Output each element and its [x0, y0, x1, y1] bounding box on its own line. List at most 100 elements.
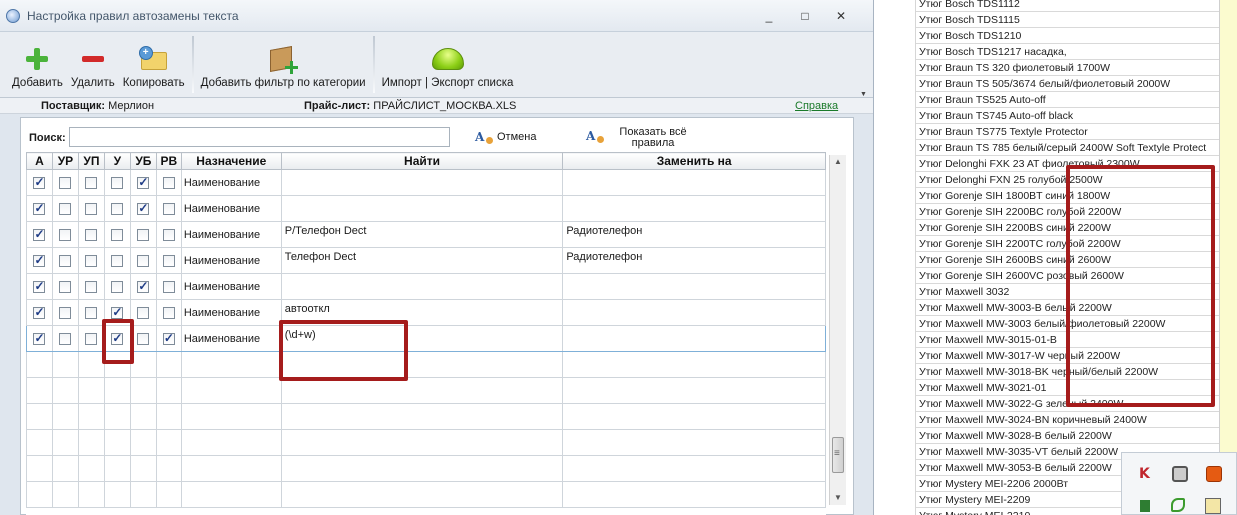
a-checkbox[interactable]: [33, 279, 46, 293]
u-checkbox[interactable]: [111, 176, 124, 189]
add-filter-button[interactable]: Добавить фильтр по категории: [197, 32, 370, 97]
download-icon[interactable]: [1205, 498, 1221, 514]
ur-checkbox[interactable]: [59, 228, 72, 241]
a-checkbox[interactable]: [33, 331, 46, 345]
rv-checkbox[interactable]: [162, 176, 175, 189]
col-header-find[interactable]: Найти: [280, 152, 564, 170]
spreadsheet-row[interactable]: Утюг Braun TS 505/3674 белый/фиолетовый …: [916, 76, 1221, 92]
purpose-cell[interactable]: Наименование: [180, 273, 282, 300]
search-input[interactable]: [69, 127, 450, 147]
u-checkbox[interactable]: [111, 280, 124, 293]
ub-checkbox[interactable]: [137, 332, 150, 345]
spreadsheet-row[interactable]: Утюг Braun TS 320 фиолетовый 1700W: [916, 60, 1221, 76]
spreadsheet-row[interactable]: Утюг Braun TS745 Auto-off black: [916, 108, 1221, 124]
a-checkbox[interactable]: [33, 201, 46, 215]
replace-cell[interactable]: [562, 169, 826, 196]
replace-cell[interactable]: [562, 195, 826, 222]
ub-checkbox[interactable]: [137, 201, 150, 215]
up-checkbox[interactable]: [85, 176, 98, 189]
printer-icon[interactable]: [1172, 466, 1188, 482]
ur-checkbox[interactable]: [59, 176, 72, 189]
up-checkbox[interactable]: [85, 228, 98, 241]
replace-cell[interactable]: Радиотелефон: [562, 221, 826, 248]
spreadsheet-row[interactable]: Утюг Braun TS525 Auto-off: [916, 92, 1221, 108]
find-cell[interactable]: Телефон Dect: [280, 247, 564, 274]
col-header-ub[interactable]: УБ: [129, 152, 157, 170]
col-header-replace[interactable]: Заменить на: [562, 152, 826, 170]
ur-checkbox[interactable]: [59, 202, 72, 215]
a-checkbox[interactable]: [33, 253, 46, 267]
col-header-ur[interactable]: УР: [51, 152, 79, 170]
close-button[interactable]: ✕: [823, 8, 859, 24]
up-checkbox[interactable]: [85, 306, 98, 319]
rv-checkbox[interactable]: [162, 254, 175, 267]
scroll-up-arrow-icon[interactable]: ▲: [830, 155, 846, 169]
table-row[interactable]: Наименование: [26, 273, 826, 300]
cancel-filter-button[interactable]: A Отмена: [475, 130, 536, 144]
u-checkbox[interactable]: [111, 305, 124, 319]
table-row[interactable]: НаименованиеТелефон DectРадиотелефон: [26, 247, 826, 274]
rv-checkbox[interactable]: [162, 228, 175, 241]
spreadsheet-row[interactable]: Утюг Braun TS775 Textyle Protector: [916, 124, 1221, 140]
kaspersky-icon[interactable]: K: [1139, 466, 1155, 482]
rv-checkbox[interactable]: [162, 306, 175, 319]
replace-cell[interactable]: [562, 273, 826, 300]
spreadsheet-row[interactable]: Утюг Bosch TDS1112: [916, 0, 1221, 12]
add-button[interactable]: Добавить: [8, 32, 67, 97]
ub-checkbox[interactable]: [137, 228, 150, 241]
table-row[interactable]: Наименование(\d+w): [26, 325, 826, 352]
spreadsheet-row[interactable]: Утюг Bosch TDS1210: [916, 28, 1221, 44]
a-checkbox[interactable]: [33, 227, 46, 241]
app-tray-icon[interactable]: [1206, 466, 1222, 482]
scroll-down-arrow-icon[interactable]: ▼: [858, 91, 869, 98]
col-header-a[interactable]: А: [26, 152, 53, 170]
green-tray-icon[interactable]: [1140, 500, 1150, 512]
ur-checkbox[interactable]: [59, 280, 72, 293]
up-checkbox[interactable]: [85, 254, 98, 267]
replace-cell[interactable]: [562, 299, 826, 326]
find-cell[interactable]: [280, 195, 564, 222]
show-all-button[interactable]: A Показать всё правила: [586, 127, 698, 149]
table-row[interactable]: Наименование: [26, 169, 826, 196]
table-row[interactable]: Наименованиеавтооткл: [26, 299, 826, 326]
purpose-cell[interactable]: Наименование: [180, 325, 282, 352]
table-row[interactable]: Наименование: [26, 195, 826, 222]
replace-cell[interactable]: Радиотелефон: [562, 247, 826, 274]
ub-checkbox[interactable]: [137, 254, 150, 267]
rv-checkbox[interactable]: [162, 202, 175, 215]
purpose-cell[interactable]: Наименование: [180, 195, 282, 222]
ub-checkbox[interactable]: [137, 306, 150, 319]
help-link[interactable]: Справка: [795, 100, 838, 112]
find-cell[interactable]: [280, 273, 564, 300]
ur-checkbox[interactable]: [59, 332, 72, 345]
spreadsheet-row[interactable]: Утюг Bosch TDS1115: [916, 12, 1221, 28]
col-header-up[interactable]: УП: [77, 152, 105, 170]
spreadsheet-row[interactable]: Утюг Braun TS 785 белый/серый 2400W Soft…: [916, 140, 1221, 156]
remove-button[interactable]: Удалить: [67, 32, 119, 97]
ur-checkbox[interactable]: [59, 306, 72, 319]
a-checkbox[interactable]: [33, 305, 46, 319]
u-checkbox[interactable]: [111, 202, 124, 215]
spreadsheet-row[interactable]: Утюг Maxwell MW-3024-BN коричневый 2400W: [916, 412, 1221, 428]
scroll-down-arrow-icon[interactable]: ▼: [830, 491, 846, 505]
spreadsheet-row[interactable]: Утюг Maxwell MW-3028-B белый 2200W: [916, 428, 1221, 444]
up-checkbox[interactable]: [85, 280, 98, 293]
a-checkbox[interactable]: [33, 175, 46, 189]
rv-checkbox[interactable]: [162, 280, 175, 293]
u-checkbox[interactable]: [111, 228, 124, 241]
col-header-u[interactable]: У: [103, 152, 131, 170]
table-row[interactable]: НаименованиеР/Телефон DectРадиотелефон: [26, 221, 826, 248]
find-cell[interactable]: [280, 169, 564, 196]
scrollbar-thumb[interactable]: [832, 437, 844, 473]
purpose-cell[interactable]: Наименование: [180, 299, 282, 326]
copy-button[interactable]: + Копировать: [119, 32, 189, 97]
col-header-rv[interactable]: РВ: [155, 152, 182, 170]
replace-cell[interactable]: [562, 325, 826, 352]
maximize-button[interactable]: □: [787, 8, 823, 24]
purpose-cell[interactable]: Наименование: [180, 221, 282, 248]
rv-checkbox[interactable]: [162, 331, 175, 345]
minimize-button[interactable]: _: [751, 8, 787, 24]
up-checkbox[interactable]: [85, 202, 98, 215]
grid-scrollbar[interactable]: ▲ ▼: [829, 155, 846, 505]
import-export-button[interactable]: Импорт | Экспорт списка: [378, 32, 518, 97]
